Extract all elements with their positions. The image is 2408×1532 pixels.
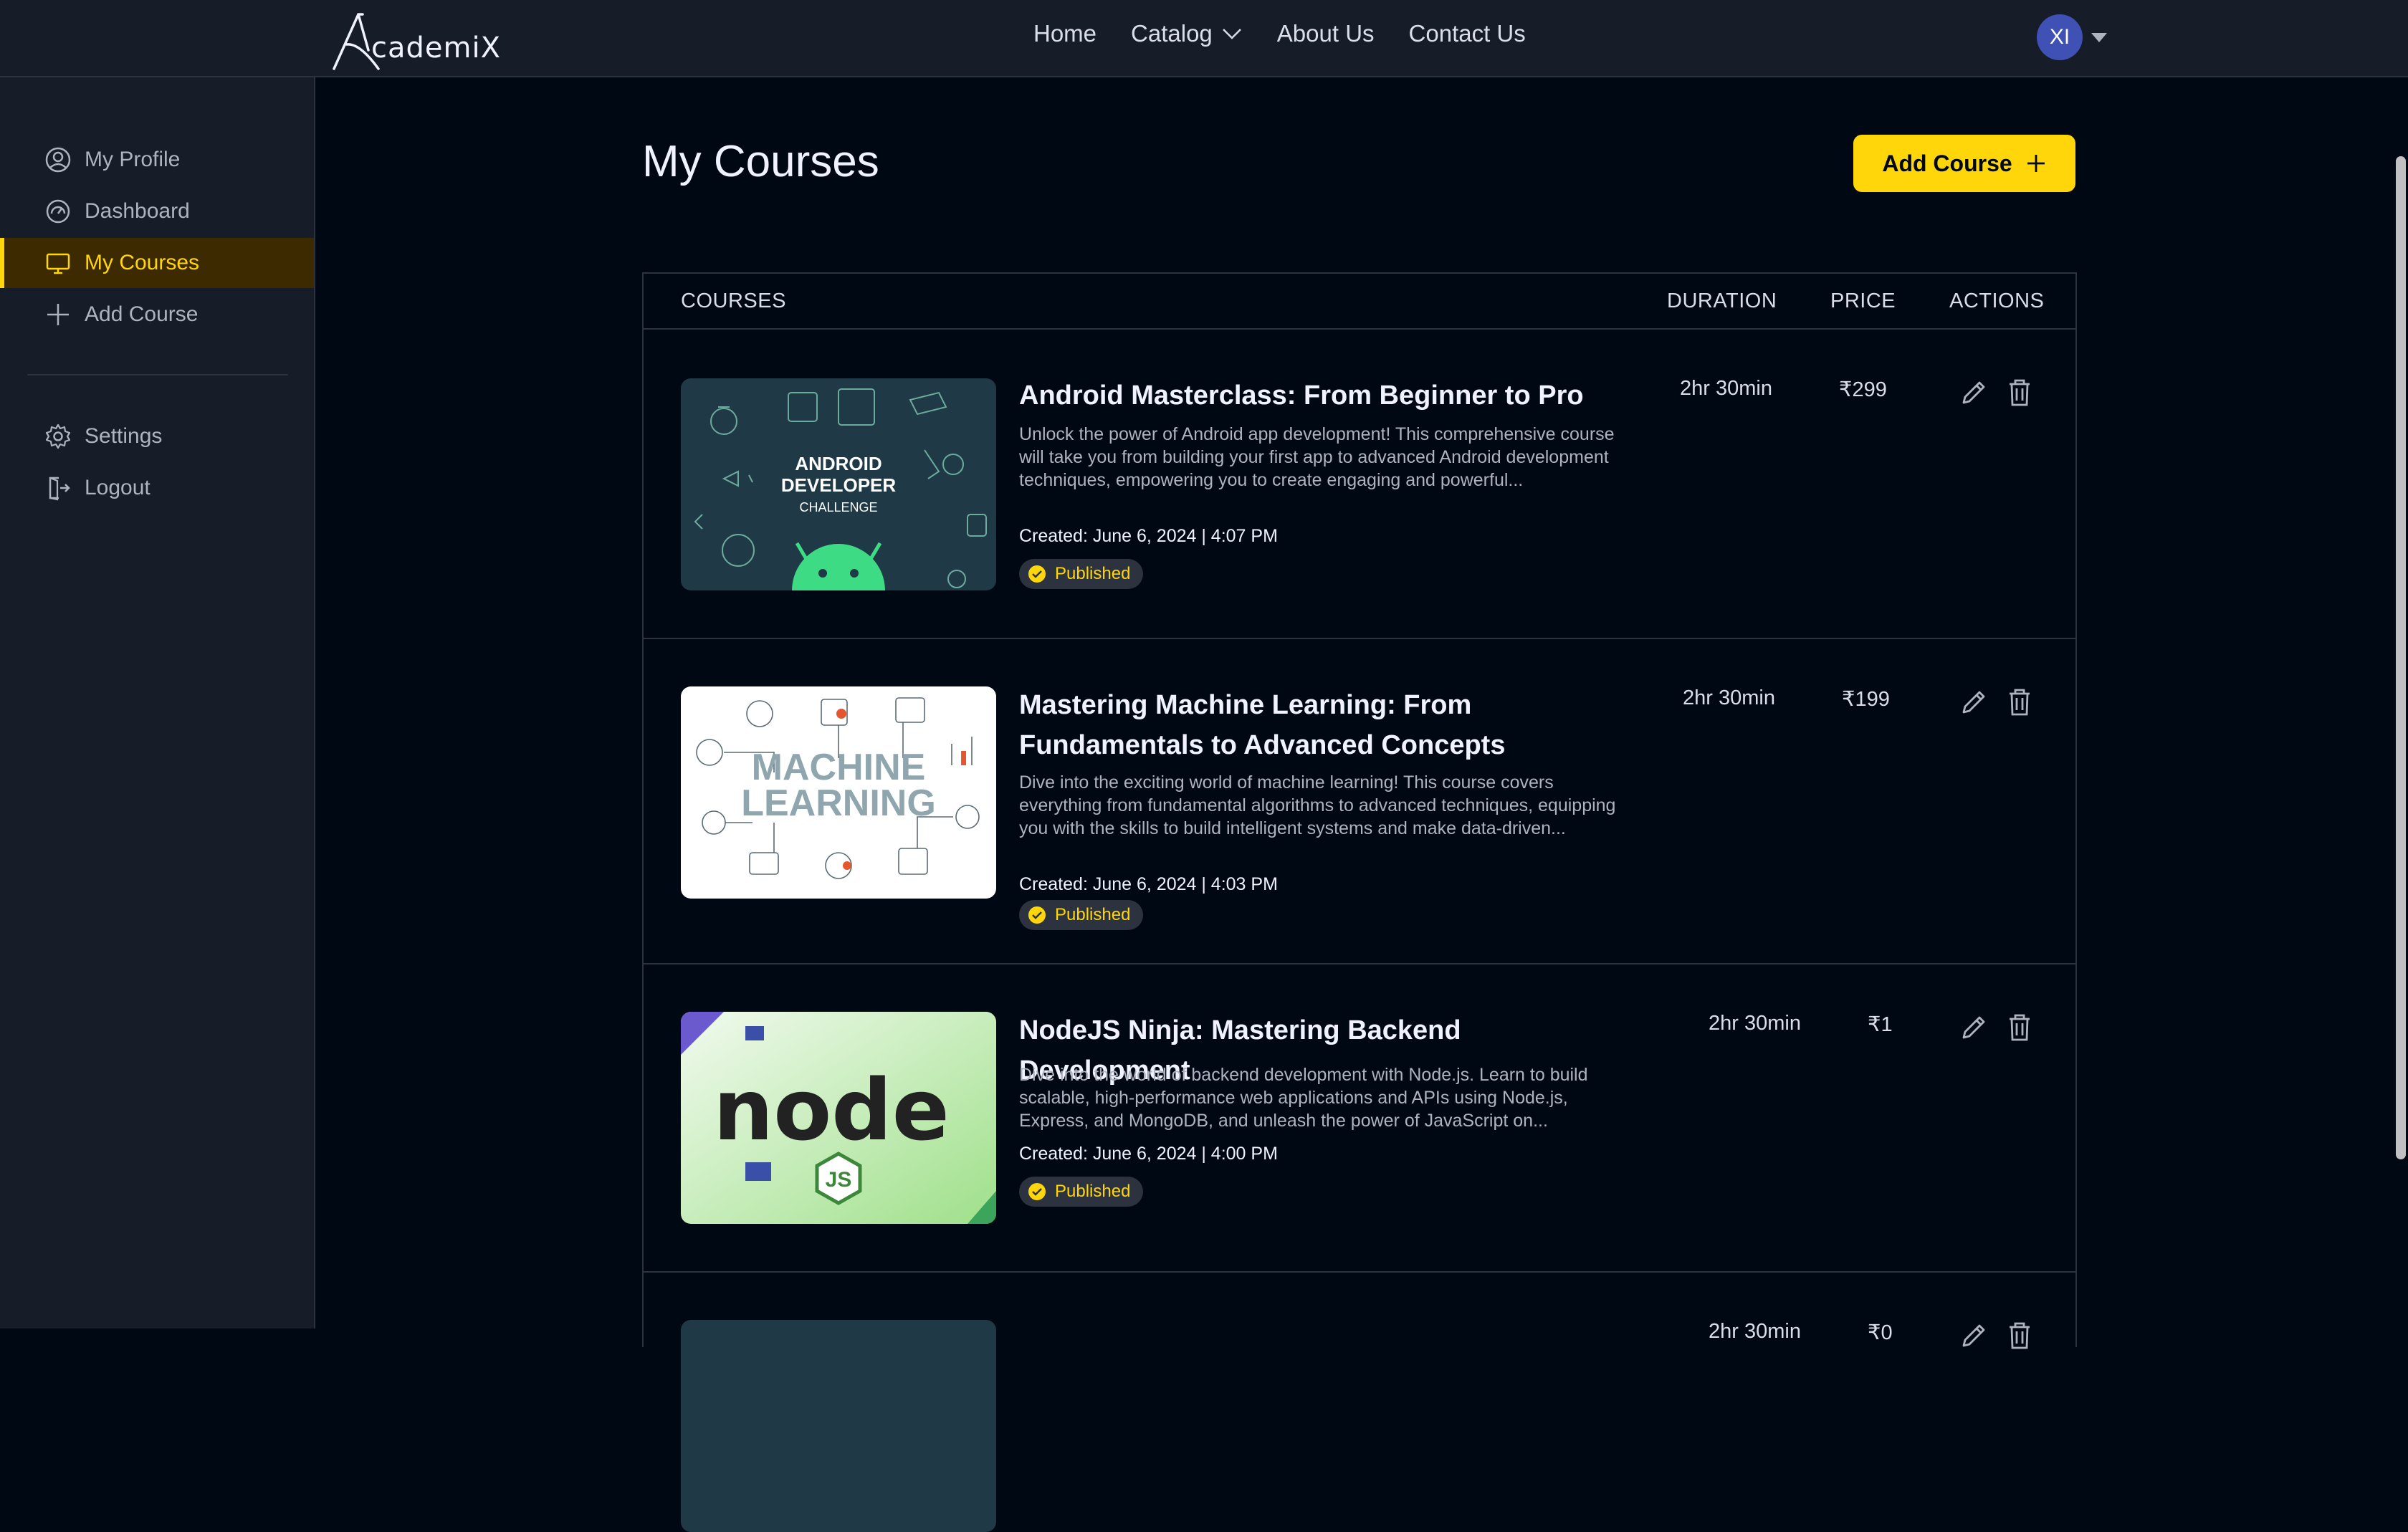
- sidebar-item-label: My Courses: [85, 251, 200, 274]
- course-price: ₹0: [1868, 1321, 1893, 1344]
- status-label: Published: [1055, 564, 1131, 583]
- table-row: 2hr 30min ₹0: [644, 1273, 2075, 1532]
- course-created-date: Created: June 6, 2024 | 4:03 PM: [1019, 874, 1278, 894]
- course-description: Dive into the world of backend developme…: [1019, 1065, 1588, 1131]
- status-badge: Published: [1019, 559, 1144, 589]
- chevron-down-icon: [1222, 29, 1241, 39]
- main-nav: Home Catalog About Us Contact Us: [1033, 20, 1526, 47]
- course-duration: 2hr 30min: [1709, 1012, 1801, 1035]
- trash-icon[interactable]: [2004, 1012, 2035, 1043]
- android-thumbnail-image: ANDROID DEVELOPER CHALLENGE: [681, 378, 996, 590]
- add-course-button-label: Add Course: [1882, 150, 2012, 176]
- nav-home[interactable]: Home: [1033, 20, 1096, 47]
- gear-icon: [45, 423, 71, 449]
- edit-pencil-icon[interactable]: [1958, 686, 1989, 718]
- course-duration: 2hr 30min: [1680, 377, 1772, 400]
- table-header: COURSES DURATION PRICE ACTIONS: [644, 274, 2075, 330]
- top-navbar: cademiX Home Catalog About Us Contact Us…: [0, 0, 2408, 77]
- sidebar-item-my-profile[interactable]: My Profile: [0, 135, 314, 185]
- header-duration: DURATION: [1667, 289, 1777, 312]
- course-thumbnail[interactable]: node JS: [681, 1012, 996, 1224]
- thumb-text-2: JS: [826, 1168, 852, 1192]
- plus-icon: [2027, 155, 2045, 172]
- course-duration: 2hr 30min: [1683, 686, 1775, 709]
- sidebar-item-logout[interactable]: Logout: [0, 463, 314, 513]
- courses-table: COURSES DURATION PRICE ACTIONS ANDROID D…: [642, 272, 2077, 1532]
- sidebar-divider: [27, 374, 288, 375]
- thumb-text-1: node: [713, 1061, 950, 1159]
- caret-down-icon: [2091, 32, 2107, 42]
- course-created-date: Created: June 6, 2024 | 4:00 PM: [1019, 1144, 1278, 1164]
- course-thumbnail[interactable]: ANDROID DEVELOPER CHALLENGE: [681, 378, 996, 590]
- gauge-icon: [46, 199, 70, 224]
- sidebar-item-label: Settings: [85, 424, 163, 448]
- academix-logo[interactable]: cademiX: [331, 7, 501, 70]
- page-title: My Courses: [642, 137, 879, 186]
- sidebar-item-label: My Profile: [85, 148, 181, 171]
- course-price: ₹1: [1868, 1013, 1893, 1036]
- sidebar-item-label: Add Course: [85, 302, 199, 326]
- trash-icon[interactable]: [2004, 686, 2035, 718]
- add-course-button[interactable]: Add Course: [1853, 135, 2075, 192]
- course-description: Unlock the power of Android app developm…: [1019, 424, 1615, 490]
- sidebar-item-label: Logout: [85, 476, 150, 499]
- course-title[interactable]: Mastering Machine Learning: From Fundame…: [1019, 685, 1621, 765]
- avatar[interactable]: XI: [2037, 14, 2083, 60]
- sidebar-item-settings[interactable]: Settings: [0, 411, 314, 461]
- table-row: node JS NodeJS Ninja: Mastering Backend …: [644, 964, 2075, 1273]
- course-thumbnail[interactable]: MACHINE LEARNING: [681, 686, 996, 899]
- plus-icon: [47, 304, 69, 325]
- sidebar: My Profile Dashboard My Courses Add Cour…: [0, 77, 315, 1328]
- machine-learning-thumbnail-image: MACHINE LEARNING: [681, 686, 996, 899]
- table-row: MACHINE LEARNING Mastering Machine Learn…: [644, 639, 2075, 964]
- nav-about-us[interactable]: About Us: [1277, 20, 1375, 47]
- monitor-icon: [46, 253, 70, 274]
- header-actions: ACTIONS: [1949, 289, 2045, 312]
- status-badge: Published: [1019, 1177, 1144, 1207]
- course-title[interactable]: Android Masterclass: From Beginner to Pr…: [1019, 375, 1621, 416]
- thumb-text-2: DEVELOPER: [781, 474, 897, 496]
- course-thumbnail[interactable]: [681, 1320, 996, 1532]
- sidebar-item-add-course[interactable]: Add Course: [0, 289, 314, 340]
- nav-contact-us[interactable]: Contact Us: [1409, 20, 1526, 47]
- thumb-text-3: CHALLENGE: [799, 500, 877, 514]
- nav-catalog[interactable]: Catalog: [1131, 20, 1243, 47]
- status-label: Published: [1055, 905, 1131, 924]
- course-price: ₹199: [1842, 688, 1890, 711]
- header-price: PRICE: [1830, 289, 1896, 312]
- course-created-date: Created: June 6, 2024 | 4:07 PM: [1019, 526, 1278, 546]
- sidebar-item-label: Dashboard: [85, 199, 190, 223]
- status-label: Published: [1055, 1182, 1131, 1201]
- profile-dropdown[interactable]: XI: [2037, 14, 2107, 60]
- thumb-text-2: LEARNING: [741, 782, 936, 824]
- scrollbar-thumb[interactable]: [2396, 156, 2406, 1159]
- nav-catalog-label: Catalog: [1131, 20, 1213, 47]
- header-courses: COURSES: [681, 289, 786, 312]
- edit-pencil-icon[interactable]: [1958, 377, 1989, 408]
- sidebar-item-dashboard[interactable]: Dashboard: [0, 186, 314, 236]
- sidebar-item-my-courses[interactable]: My Courses: [0, 238, 314, 288]
- table-row: ANDROID DEVELOPER CHALLENGE Android Mast…: [644, 330, 2075, 639]
- course-duration: 2hr 30min: [1709, 1320, 1801, 1343]
- status-badge: Published: [1019, 900, 1144, 930]
- check-circle-icon: [1028, 1183, 1046, 1200]
- edit-pencil-icon[interactable]: [1958, 1012, 1989, 1043]
- trash-icon[interactable]: [2004, 377, 2035, 408]
- check-circle-icon: [1028, 565, 1046, 583]
- course-description: Dive into the exciting world of machine …: [1019, 772, 1616, 838]
- course-price: ₹299: [1839, 378, 1887, 401]
- logout-icon: [49, 477, 70, 501]
- logo-text: cademiX: [371, 32, 501, 64]
- thumb-text-1: ANDROID: [795, 453, 882, 474]
- user-circle-icon: [45, 147, 71, 173]
- nodejs-thumbnail-image: node JS: [681, 1012, 996, 1224]
- trash-icon[interactable]: [2004, 1320, 2035, 1351]
- edit-pencil-icon[interactable]: [1958, 1320, 1989, 1351]
- check-circle-icon: [1028, 906, 1046, 924]
- page-scrollbar[interactable]: [2394, 77, 2408, 1328]
